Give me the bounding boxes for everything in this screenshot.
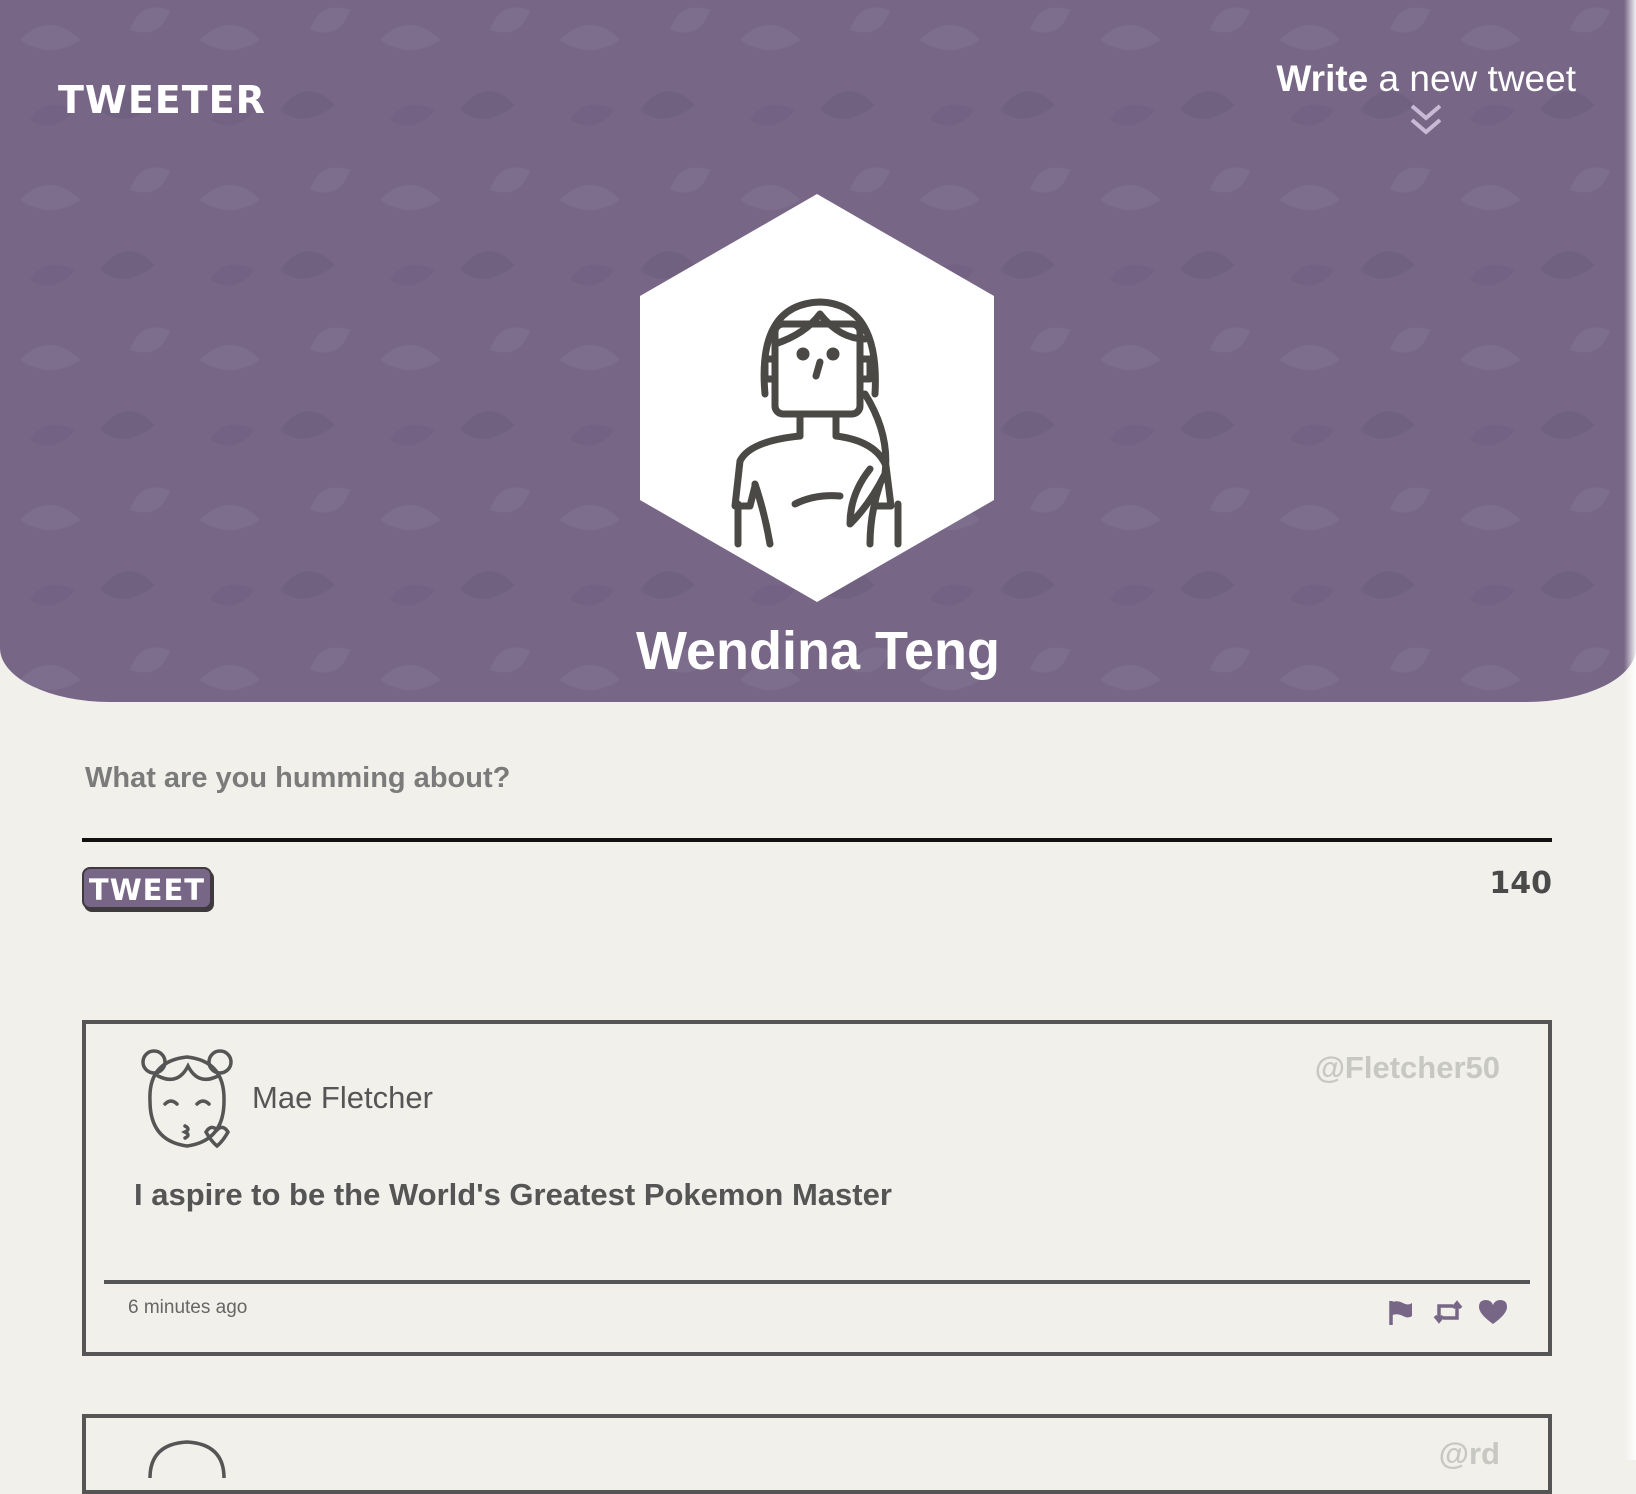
app-logo[interactable]: TWEETER xyxy=(58,78,266,122)
tweet-author-handle: @rd xyxy=(1438,1436,1500,1471)
tweet-timestamp: 6 minutes ago xyxy=(128,1297,248,1318)
write-new-tweet-toggle[interactable]: Write a new tweet xyxy=(1276,58,1576,136)
avatar xyxy=(148,1440,226,1478)
heart-icon[interactable] xyxy=(1478,1298,1510,1328)
profile-name: Wendina Teng xyxy=(636,621,1000,681)
window-edge xyxy=(1624,0,1636,1460)
character-counter: 140 xyxy=(1489,866,1552,901)
compose-textarea[interactable]: What are you humming about? xyxy=(85,762,510,795)
profile-avatar xyxy=(640,194,994,602)
profile-header: TWEETER Write a new tweet Wendina Teng xyxy=(0,0,1636,702)
compose-underline xyxy=(82,838,1552,842)
tweet-author-handle: @Fletcher50 xyxy=(1314,1050,1500,1085)
girl-kiss-avatar-icon xyxy=(141,1049,233,1149)
tweet-actions xyxy=(1386,1298,1510,1328)
tweet-card: @rd xyxy=(82,1414,1552,1494)
retweet-icon[interactable] xyxy=(1432,1298,1464,1328)
tweet-divider xyxy=(104,1280,1530,1284)
flag-icon[interactable] xyxy=(1386,1298,1418,1328)
tweet-author-name: Mae Fletcher xyxy=(252,1080,433,1115)
tweet-card: Mae Fletcher @Fletcher50 I aspire to be … xyxy=(82,1020,1552,1356)
tweet-submit-button[interactable]: TWEET xyxy=(82,867,212,909)
double-chevron-down-icon[interactable] xyxy=(1408,102,1444,136)
tweet-content: I aspire to be the World's Greatest Poke… xyxy=(134,1177,892,1212)
write-new-tweet-label[interactable]: Write a new tweet xyxy=(1276,58,1576,100)
